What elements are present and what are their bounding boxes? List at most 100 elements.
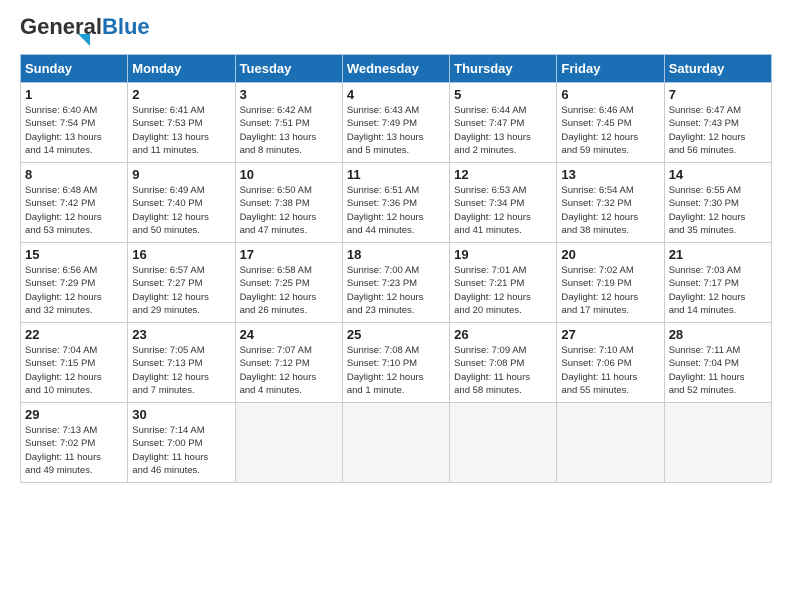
week-row-4: 22Sunrise: 7:04 AM Sunset: 7:15 PM Dayli… xyxy=(21,323,772,403)
dow-header-saturday: Saturday xyxy=(664,55,771,83)
calendar-cell: 25 Sunrise: 7:08 AM Sunset: 7:10 PM Dayli… xyxy=(342,323,449,403)
calendar-cell: 22Sunrise: 7:04 AM Sunset: 7:15 PM Dayli… xyxy=(21,323,128,403)
day-number: 10 xyxy=(240,167,338,182)
day-number: 27 xyxy=(561,327,659,342)
week-row-2: 8 Sunrise: 6:48 AM Sunset: 7:42 PM Daylig… xyxy=(21,163,772,243)
day-info: Sunrise: 6:46 AM Sunset: 7:45 PM Dayligh… xyxy=(561,104,659,157)
calendar-cell: 14 Sunrise: 6:55 AM Sunset: 7:30 PM Dayli… xyxy=(664,163,771,243)
day-number: 12 xyxy=(454,167,552,182)
day-info: Sunrise: 7:14 AM Sunset: 7:00 PM Dayligh… xyxy=(132,424,230,477)
calendar-cell: 7 Sunrise: 6:47 AM Sunset: 7:43 PM Daylig… xyxy=(664,83,771,163)
calendar-cell xyxy=(450,403,557,483)
day-number: 21 xyxy=(669,247,767,262)
week-row-3: 15Sunrise: 6:56 AM Sunset: 7:29 PM Dayli… xyxy=(21,243,772,323)
calendar-cell: 9 Sunrise: 6:49 AM Sunset: 7:40 PM Daylig… xyxy=(128,163,235,243)
day-info: Sunrise: 7:09 AM Sunset: 7:08 PM Dayligh… xyxy=(454,344,552,397)
calendar-cell: 6 Sunrise: 6:46 AM Sunset: 7:45 PM Daylig… xyxy=(557,83,664,163)
calendar-cell: 4 Sunrise: 6:43 AM Sunset: 7:49 PM Daylig… xyxy=(342,83,449,163)
day-info: Sunrise: 6:57 AM Sunset: 7:27 PM Dayligh… xyxy=(132,264,230,317)
day-number: 16 xyxy=(132,247,230,262)
calendar-cell: 28Sunrise: 7:11 AM Sunset: 7:04 PM Dayli… xyxy=(664,323,771,403)
day-info: Sunrise: 6:51 AM Sunset: 7:36 PM Dayligh… xyxy=(347,184,445,237)
day-number: 3 xyxy=(240,87,338,102)
calendar-cell: 17 Sunrise: 6:58 AM Sunset: 7:25 PM Dayli… xyxy=(235,243,342,323)
calendar-cell: 19 Sunrise: 7:01 AM Sunset: 7:21 PM Dayli… xyxy=(450,243,557,323)
calendar-cell: 5Sunrise: 6:44 AM Sunset: 7:47 PM Daylig… xyxy=(450,83,557,163)
calendar-cell: 27 Sunrise: 7:10 AM Sunset: 7:06 PM Dayli… xyxy=(557,323,664,403)
day-info: Sunrise: 6:56 AM Sunset: 7:29 PM Dayligh… xyxy=(25,264,123,317)
day-info: Sunrise: 6:47 AM Sunset: 7:43 PM Dayligh… xyxy=(669,104,767,157)
calendar-cell: 18 Sunrise: 7:00 AM Sunset: 7:23 PM Dayli… xyxy=(342,243,449,323)
calendar-cell: 3 Sunrise: 6:42 AM Sunset: 7:51 PM Daylig… xyxy=(235,83,342,163)
calendar-cell: 13Sunrise: 6:54 AM Sunset: 7:32 PM Dayli… xyxy=(557,163,664,243)
day-info: Sunrise: 6:44 AM Sunset: 7:47 PM Dayligh… xyxy=(454,104,552,157)
day-info: Sunrise: 6:53 AM Sunset: 7:34 PM Dayligh… xyxy=(454,184,552,237)
day-info: Sunrise: 7:01 AM Sunset: 7:21 PM Dayligh… xyxy=(454,264,552,317)
day-number: 22 xyxy=(25,327,123,342)
day-number: 6 xyxy=(561,87,659,102)
day-info: Sunrise: 7:02 AM Sunset: 7:19 PM Dayligh… xyxy=(561,264,659,317)
day-info: Sunrise: 7:11 AM Sunset: 7:04 PM Dayligh… xyxy=(669,344,767,397)
day-number: 25 xyxy=(347,327,445,342)
day-number: 8 xyxy=(25,167,123,182)
calendar-cell xyxy=(664,403,771,483)
day-info: Sunrise: 7:07 AM Sunset: 7:12 PM Dayligh… xyxy=(240,344,338,397)
day-number: 7 xyxy=(669,87,767,102)
day-info: Sunrise: 7:05 AM Sunset: 7:13 PM Dayligh… xyxy=(132,344,230,397)
day-number: 1 xyxy=(25,87,123,102)
day-number: 17 xyxy=(240,247,338,262)
day-number: 26 xyxy=(454,327,552,342)
dow-header-monday: Monday xyxy=(128,55,235,83)
calendar-cell xyxy=(235,403,342,483)
day-info: Sunrise: 6:42 AM Sunset: 7:51 PM Dayligh… xyxy=(240,104,338,157)
calendar-cell: 1Sunrise: 6:40 AM Sunset: 7:54 PM Daylig… xyxy=(21,83,128,163)
dow-header-thursday: Thursday xyxy=(450,55,557,83)
dow-header-tuesday: Tuesday xyxy=(235,55,342,83)
day-number: 20 xyxy=(561,247,659,262)
calendar-cell: 30 Sunrise: 7:14 AM Sunset: 7:00 PM Dayli… xyxy=(128,403,235,483)
week-row-5: 29 Sunrise: 7:13 AM Sunset: 7:02 PM Dayli… xyxy=(21,403,772,483)
calendar-cell xyxy=(557,403,664,483)
day-number: 19 xyxy=(454,247,552,262)
page: GeneralBlue SundayMondayTuesdayWednesday… xyxy=(0,0,792,495)
day-number: 4 xyxy=(347,87,445,102)
dow-header-friday: Friday xyxy=(557,55,664,83)
calendar-table: SundayMondayTuesdayWednesdayThursdayFrid… xyxy=(20,54,772,483)
logo: GeneralBlue xyxy=(20,16,150,46)
day-info: Sunrise: 7:00 AM Sunset: 7:23 PM Dayligh… xyxy=(347,264,445,317)
week-row-1: 1Sunrise: 6:40 AM Sunset: 7:54 PM Daylig… xyxy=(21,83,772,163)
logo-blue: Blue xyxy=(102,14,150,39)
calendar-cell: 2Sunrise: 6:41 AM Sunset: 7:53 PM Daylig… xyxy=(128,83,235,163)
calendar-cell: 20 Sunrise: 7:02 AM Sunset: 7:19 PM Dayli… xyxy=(557,243,664,323)
day-info: Sunrise: 7:08 AM Sunset: 7:10 PM Dayligh… xyxy=(347,344,445,397)
day-info: Sunrise: 6:58 AM Sunset: 7:25 PM Dayligh… xyxy=(240,264,338,317)
day-number: 24 xyxy=(240,327,338,342)
day-number: 23 xyxy=(132,327,230,342)
calendar-cell: 21Sunrise: 7:03 AM Sunset: 7:17 PM Dayli… xyxy=(664,243,771,323)
day-info: Sunrise: 7:10 AM Sunset: 7:06 PM Dayligh… xyxy=(561,344,659,397)
day-info: Sunrise: 6:55 AM Sunset: 7:30 PM Dayligh… xyxy=(669,184,767,237)
day-info: Sunrise: 6:50 AM Sunset: 7:38 PM Dayligh… xyxy=(240,184,338,237)
day-info: Sunrise: 6:48 AM Sunset: 7:42 PM Dayligh… xyxy=(25,184,123,237)
logo-arrow-icon xyxy=(78,34,90,46)
day-number: 18 xyxy=(347,247,445,262)
day-info: Sunrise: 6:49 AM Sunset: 7:40 PM Dayligh… xyxy=(132,184,230,237)
day-info: Sunrise: 6:41 AM Sunset: 7:53 PM Dayligh… xyxy=(132,104,230,157)
day-info: Sunrise: 7:13 AM Sunset: 7:02 PM Dayligh… xyxy=(25,424,123,477)
day-number: 30 xyxy=(132,407,230,422)
day-number: 14 xyxy=(669,167,767,182)
calendar-body: 1Sunrise: 6:40 AM Sunset: 7:54 PM Daylig… xyxy=(21,83,772,483)
header: GeneralBlue xyxy=(20,16,772,46)
calendar-cell: 15Sunrise: 6:56 AM Sunset: 7:29 PM Dayli… xyxy=(21,243,128,323)
calendar-cell xyxy=(342,403,449,483)
day-info: Sunrise: 6:54 AM Sunset: 7:32 PM Dayligh… xyxy=(561,184,659,237)
calendar-cell: 11Sunrise: 6:51 AM Sunset: 7:36 PM Dayli… xyxy=(342,163,449,243)
day-info: Sunrise: 6:43 AM Sunset: 7:49 PM Dayligh… xyxy=(347,104,445,157)
calendar-cell: 10 Sunrise: 6:50 AM Sunset: 7:38 PM Dayli… xyxy=(235,163,342,243)
day-number: 29 xyxy=(25,407,123,422)
calendar-cell: 29 Sunrise: 7:13 AM Sunset: 7:02 PM Dayli… xyxy=(21,403,128,483)
day-number: 9 xyxy=(132,167,230,182)
calendar-cell: 26 Sunrise: 7:09 AM Sunset: 7:08 PM Dayli… xyxy=(450,323,557,403)
calendar-cell: 16 Sunrise: 6:57 AM Sunset: 7:27 PM Dayli… xyxy=(128,243,235,323)
calendar-cell: 24 Sunrise: 7:07 AM Sunset: 7:12 PM Dayli… xyxy=(235,323,342,403)
